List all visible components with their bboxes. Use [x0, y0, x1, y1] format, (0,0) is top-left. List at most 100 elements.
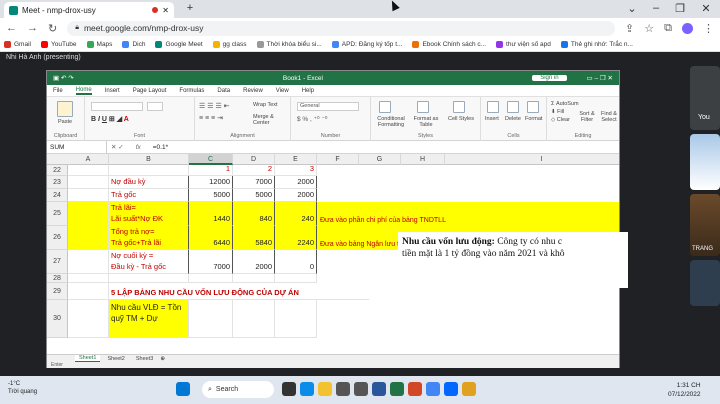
new-tab-button[interactable]: + [178, 2, 202, 14]
add-sheet-icon[interactable]: ⊕ [160, 356, 165, 362]
cell-c[interactable]: 1 [189, 164, 233, 176]
ribbon-tab-data[interactable]: Data [217, 88, 230, 94]
cell-d[interactable]: 5000 [233, 189, 275, 202]
format-table-icon[interactable] [417, 101, 429, 113]
cancel-enter-icons[interactable]: ✕ ✓ [107, 143, 128, 151]
row-header[interactable]: 24 [47, 189, 68, 202]
ribbon-tab-page-layout[interactable]: Page Layout [133, 88, 167, 94]
merge-center-button[interactable]: Merge & Center [253, 114, 290, 126]
bookmark-item[interactable]: Ebook Chính sách c... [412, 40, 486, 48]
column-header-b[interactable]: B [109, 154, 189, 165]
cell-c[interactable]: 7000 [189, 250, 233, 274]
chrome-icon[interactable] [426, 382, 440, 396]
insert-button[interactable]: Insert [485, 116, 499, 122]
conditional-format-icon[interactable] [379, 101, 391, 113]
delete-cells-icon[interactable] [507, 101, 519, 113]
taskbar-search[interactable]: ⌕ Search [202, 381, 274, 398]
participant-tile-2[interactable]: TRANG [690, 194, 720, 256]
store-icon[interactable] [336, 382, 350, 396]
share-icon[interactable]: ⇪ [625, 22, 634, 35]
indent-icons[interactable]: ≡ ≡ ≡ ⇥ [199, 114, 223, 122]
format-table-button[interactable]: Format as Table [411, 116, 441, 128]
row-header[interactable]: 22 [47, 165, 68, 176]
word-icon[interactable] [372, 382, 386, 396]
bookmark-item[interactable]: gg class [212, 40, 247, 48]
ribbon-tab-home[interactable]: Home [75, 87, 92, 95]
clear-button[interactable]: ◇ Clear [551, 117, 570, 123]
cell-d[interactable]: 2000 [233, 250, 275, 274]
ribbon-tab-insert[interactable]: Insert [105, 88, 120, 94]
ribbon-tab-review[interactable]: Review [243, 88, 263, 94]
reload-icon[interactable]: ↻ [48, 22, 57, 35]
cell-e[interactable]: 3 [275, 164, 317, 176]
cell-b[interactable]: Tổng trả nợ= Trả gốc+Trả lãi [109, 226, 189, 250]
profile-avatar[interactable] [682, 22, 693, 34]
cell-e[interactable] [275, 300, 317, 338]
paste-icon[interactable] [57, 101, 73, 117]
extensions-icon[interactable]: ⧉ [664, 22, 672, 35]
cell-b[interactable]: Trả gốc [109, 189, 189, 202]
cell-d[interactable]: 2 [233, 164, 275, 176]
weather-widget[interactable]: -1°C Trời quang [8, 380, 37, 396]
cell-c[interactable] [189, 274, 233, 283]
close-window-button[interactable]: ✕ [694, 2, 718, 15]
bookmark-item[interactable]: Thời khóa biểu si... [256, 40, 322, 48]
cell-d[interactable] [233, 274, 275, 283]
back-icon[interactable]: ← [6, 22, 17, 34]
participant-tile-1[interactable] [690, 134, 720, 190]
row-header[interactable]: 28 [47, 274, 68, 283]
row-header[interactable]: 30 [47, 300, 68, 338]
url-field[interactable]: 🔒︎ meet.google.com/nmp-drox-usy [67, 20, 616, 36]
formula-input[interactable]: =0.1* [149, 144, 168, 151]
font-name-box[interactable] [91, 102, 143, 111]
bookmark-item[interactable]: Thẻ ghi nhớ: Trắc n... [560, 40, 633, 48]
cell-a[interactable] [68, 226, 109, 250]
bookmark-star-icon[interactable]: ☆ [644, 22, 654, 35]
cell-a[interactable] [68, 165, 109, 176]
cell-c[interactable]: 5000 [189, 189, 233, 202]
paste-button[interactable]: Paste [58, 119, 72, 125]
cell-d[interactable]: 5840 [233, 226, 275, 250]
cell-e[interactable]: 2000 [275, 176, 317, 189]
row-header[interactable]: 29 [47, 283, 68, 300]
cell-b[interactable] [109, 165, 189, 176]
system-clock[interactable]: 1:31 CH 07/12/2022 [668, 381, 701, 399]
powerpoint-icon[interactable] [408, 382, 422, 396]
bookmark-item[interactable]: thư viện số apd [496, 40, 551, 48]
format-cells-icon[interactable] [527, 101, 539, 113]
tab-close-icon[interactable]: ✕ [162, 6, 169, 15]
cell-a[interactable] [68, 300, 109, 338]
participant-tile-3[interactable] [690, 260, 720, 306]
camera-icon[interactable] [354, 382, 368, 396]
zalo-icon[interactable] [444, 382, 458, 396]
bookmark-item[interactable]: YouTube [40, 40, 77, 48]
align-icons[interactable]: ☰ ☰ ☰ ⇤ [199, 102, 230, 110]
task-view-icon[interactable] [282, 382, 296, 396]
font-size-box[interactable] [147, 102, 163, 111]
wrap-text-button[interactable]: Wrap Text [253, 102, 278, 108]
cell-a[interactable] [68, 176, 109, 189]
column-header-a[interactable]: A [68, 154, 109, 165]
sheet-tab[interactable]: Sheet1 [75, 355, 101, 362]
minimize-button[interactable]: – [644, 2, 668, 14]
delete-button[interactable]: Delete [505, 116, 521, 122]
format-button[interactable]: Format [525, 116, 542, 122]
bookmark-item[interactable]: Maps [86, 40, 112, 48]
autosum-button[interactable]: Σ AutoSum [551, 101, 579, 107]
cell-d[interactable]: 840 [233, 202, 275, 226]
row-header[interactable]: 25 [47, 202, 68, 226]
cell-e[interactable]: 2000 [275, 189, 317, 202]
cell-c[interactable]: 12000 [189, 176, 233, 189]
cell-b[interactable] [109, 274, 189, 283]
cell-d[interactable]: 7000 [233, 176, 275, 189]
ribbon-tab-file[interactable]: File [53, 88, 63, 94]
bookmark-item[interactable]: Gmail [4, 40, 31, 48]
ribbon-tab-formulas[interactable]: Formulas [179, 88, 204, 94]
fx-icon[interactable]: fx [128, 144, 149, 151]
cell-b[interactable]: Trả lãi= Lãi suất*Nợ ĐK [109, 202, 189, 226]
self-view-tile[interactable]: You [690, 66, 720, 130]
cell-a[interactable] [68, 274, 109, 283]
cell-b[interactable]: Nợ cuối kỳ = Đầu kỳ - Trả gốc [109, 250, 189, 274]
row-header[interactable]: 23 [47, 176, 68, 189]
forward-icon[interactable]: → [27, 22, 38, 34]
